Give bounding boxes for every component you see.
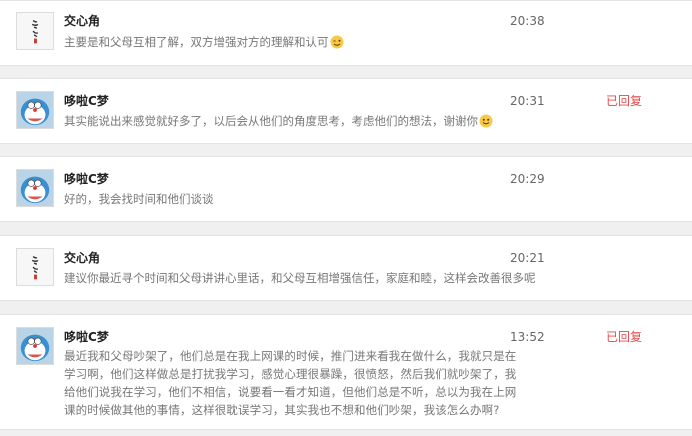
sender-name: 哆啦C梦 [64, 330, 109, 344]
message-time: 20:38 [510, 14, 545, 28]
smile-face-icon [479, 114, 493, 128]
message-item[interactable]: 哆啦C梦 20:29 好的，我会找时间和他们谈谈 [0, 156, 692, 222]
message-text: 建议你最近寻个时间和父母讲讲心里话，和父母互相增强信任，家庭和睦，这样会改善很多… [64, 271, 536, 285]
replied-status: 已回复 [606, 94, 643, 108]
sender-name: 交心角 [64, 14, 101, 28]
message-item[interactable]: 交心角 20:21 建议你最近寻个时间和父母讲讲心里话，和父母互相增强信任，家庭… [0, 235, 692, 301]
message-item[interactable]: 交心角 20:38 主要是和父母互相了解，双方增强对方的理解和认可 [0, 0, 692, 66]
doraemon-avatar-icon[interactable] [16, 169, 54, 207]
replied-status: 已回复 [606, 330, 643, 344]
message-body: 主要是和父母互相了解，双方增强对方的理解和认可 [64, 35, 329, 49]
message-time: 13:52 [510, 330, 545, 344]
message-text: 主要是和父母互相了解，双方增强对方的理解和认可 [64, 33, 344, 51]
doraemon-avatar-icon[interactable] [16, 91, 54, 129]
message-text: 好的，我会找时间和他们谈谈 [64, 192, 214, 206]
calligraphy-seal-avatar-icon[interactable] [16, 248, 54, 286]
sender-name: 哆啦C梦 [64, 94, 109, 108]
message-time: 20:29 [510, 172, 545, 186]
message-body: 其实能说出来感觉就好多了，以后会从他们的角度思考，考虑他们的想法，谢谢你 [64, 114, 478, 128]
sender-name: 哆啦C梦 [64, 172, 109, 186]
message-time: 20:31 [510, 94, 545, 108]
wink-face-icon [330, 35, 343, 49]
message-time: 20:21 [510, 251, 545, 265]
doraemon-avatar-icon[interactable] [16, 327, 54, 365]
message-item[interactable]: 哆啦C梦 13:52 已回复 最近我和父母吵架了，他们总是在我上网课的时候，推门… [0, 314, 692, 430]
message-text: 最近我和父母吵架了，他们总是在我上网课的时候，推门进来看我在做什么，我就只是在学… [64, 349, 517, 417]
message-item[interactable]: 哆啦C梦 20:31 已回复 其实能说出来感觉就好多了，以后会从他们的角度思考，… [0, 78, 692, 144]
message-text: 其实能说出来感觉就好多了，以后会从他们的角度思考，考虑他们的想法，谢谢你 [64, 112, 493, 130]
sender-name: 交心角 [64, 251, 101, 265]
calligraphy-seal-avatar-icon[interactable] [16, 12, 54, 50]
